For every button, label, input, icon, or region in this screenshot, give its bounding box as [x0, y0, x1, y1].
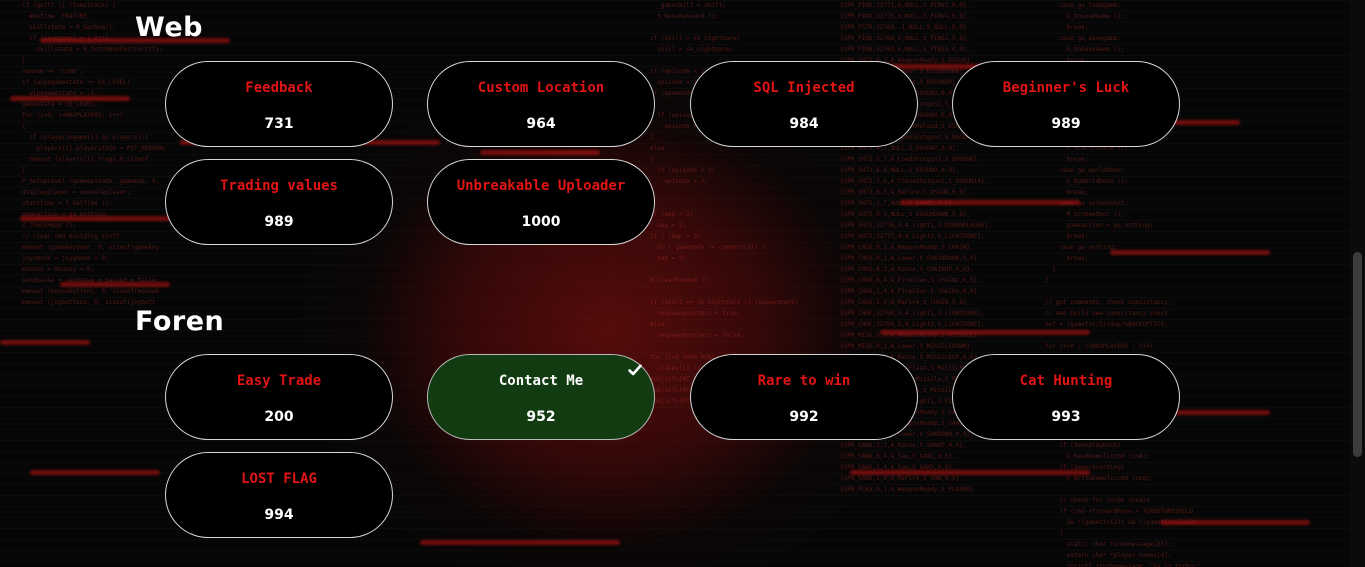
- background-red-streak: [850, 470, 1090, 475]
- scrollbar-thumb[interactable]: [1353, 252, 1362, 457]
- challenge-card-sql-injected[interactable]: SQL Injected 984: [690, 61, 918, 147]
- category-title-web: Web: [135, 12, 203, 43]
- challenge-card-unbreakable-uploader[interactable]: Unbreakable Uploader 1000: [427, 159, 655, 245]
- challenge-card-rare-to-win[interactable]: Rare to win 992: [690, 354, 918, 440]
- background-red-streak: [0, 340, 90, 345]
- scrollbar-track[interactable]: [1350, 0, 1365, 567]
- background-red-streak: [420, 540, 620, 545]
- challenge-card-custom-location[interactable]: Custom Location 964: [427, 61, 655, 147]
- challenge-card-trading-values[interactable]: Trading values 989: [165, 159, 393, 245]
- challenge-name: Feedback: [245, 80, 313, 96]
- challenge-name: Cat Hunting: [1019, 373, 1113, 389]
- challenge-name: Rare to win: [757, 373, 851, 389]
- challenge-points: 1000: [521, 214, 561, 230]
- background-red-streak: [880, 330, 1090, 335]
- challenge-name: Easy Trade: [236, 373, 322, 389]
- background-red-streak: [1160, 520, 1310, 525]
- background-red-streak: [60, 282, 170, 287]
- background-red-streak: [1110, 250, 1270, 255]
- background-red-streak: [30, 470, 160, 475]
- challenge-points: 992: [789, 409, 819, 425]
- challenge-card-cat-hunting[interactable]: Cat Hunting 993: [952, 354, 1180, 440]
- challenge-card-beginners-luck[interactable]: Beginner's Luck 989: [952, 61, 1180, 147]
- challenge-card-contact-me[interactable]: Contact Me 952: [427, 354, 655, 440]
- background-red-streak: [20, 216, 170, 221]
- challenge-points: 964: [526, 116, 556, 132]
- background-red-streak: [10, 96, 130, 101]
- challenge-card-feedback[interactable]: Feedback 731: [165, 61, 393, 147]
- challenge-name: Unbreakable Uploader: [456, 178, 626, 194]
- checkmark-icon: [628, 364, 642, 376]
- challenge-name: Beginner's Luck: [1002, 80, 1130, 96]
- challenge-name: Custom Location: [477, 80, 605, 96]
- challenge-name: LOST FLAG: [241, 471, 317, 487]
- challenge-name: Contact Me: [498, 373, 584, 389]
- challenge-card-lost-flag[interactable]: LOST FLAG 994: [165, 452, 393, 538]
- background-red-streak: [900, 200, 1080, 205]
- challenge-points: 993: [1051, 409, 1081, 425]
- category-title-foren: Foren: [135, 306, 225, 337]
- challenge-name: SQL Injected: [753, 80, 855, 96]
- challenge-name: Trading values: [219, 178, 338, 194]
- challenge-points: 994: [264, 507, 294, 523]
- challenge-points: 989: [264, 214, 294, 230]
- challenge-points: 989: [1051, 116, 1081, 132]
- challenge-points: 200: [264, 409, 294, 425]
- challenge-points: 731: [264, 116, 294, 132]
- challenge-card-easy-trade[interactable]: Easy Trade 200: [165, 354, 393, 440]
- challenge-points: 952: [526, 409, 556, 425]
- background-red-streak: [480, 150, 600, 155]
- challenge-points: 984: [789, 116, 819, 132]
